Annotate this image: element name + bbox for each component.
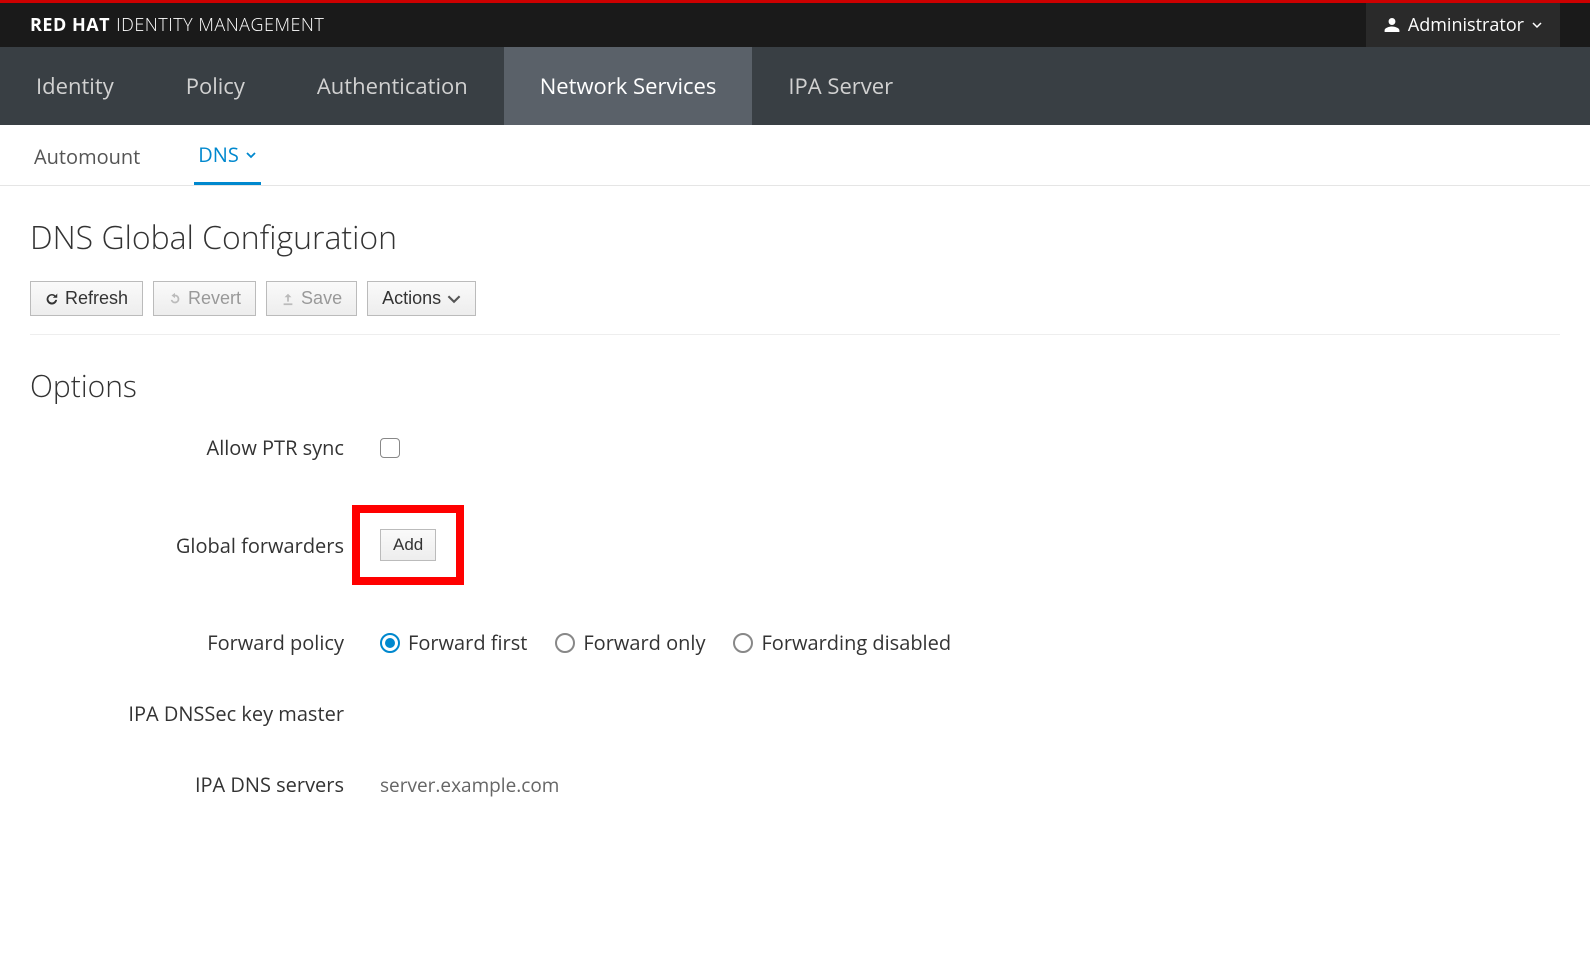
brand-red-text: RED HAT [30, 13, 110, 37]
button-label: Refresh [65, 288, 128, 309]
upload-icon [281, 292, 295, 306]
radio-forwarding-disabled[interactable]: Forwarding disabled [733, 629, 951, 656]
label-allow-ptr-sync: Allow PTR sync [30, 434, 380, 461]
refresh-icon [45, 292, 59, 306]
user-name: Administrator [1408, 13, 1524, 37]
value-ipa-dns-servers: server.example.com [380, 772, 559, 798]
nav-policy[interactable]: Policy [150, 47, 281, 125]
row-forward-policy: Forward policy Forward first Forward onl… [30, 629, 1560, 656]
chevron-down-icon [1532, 20, 1542, 30]
user-icon [1384, 17, 1400, 33]
subnav-label: Automount [34, 143, 140, 170]
add-forwarder-button[interactable]: Add [380, 529, 436, 561]
toolbar: Refresh Revert Save Actions [30, 281, 1560, 335]
nav-authentication[interactable]: Authentication [281, 47, 504, 125]
radio-icon [555, 633, 575, 653]
radio-label: Forwarding disabled [761, 629, 951, 656]
radio-label: Forward first [408, 629, 527, 656]
sub-nav: Automount DNS [0, 125, 1590, 186]
nav-ipa-server[interactable]: IPA Server [752, 47, 929, 125]
label-forward-policy: Forward policy [30, 629, 380, 656]
nav-identity[interactable]: Identity [0, 47, 150, 125]
chevron-down-icon [447, 292, 461, 306]
actions-button[interactable]: Actions [367, 281, 476, 316]
subnav-dns[interactable]: DNS [194, 125, 261, 185]
revert-icon [168, 292, 182, 306]
refresh-button[interactable]: Refresh [30, 281, 143, 316]
subnav-label: DNS [198, 141, 239, 168]
save-button[interactable]: Save [266, 281, 357, 316]
content-area: DNS Global Configuration Refresh Revert … [0, 186, 1590, 872]
nav-network-services[interactable]: Network Services [504, 47, 753, 125]
row-dnssec-key-master: IPA DNSSec key master [30, 700, 1560, 727]
main-nav: Identity Policy Authentication Network S… [0, 47, 1590, 125]
radio-forward-only[interactable]: Forward only [555, 629, 705, 656]
header-bar: RED HAT IDENTITY MANAGEMENT Administrato… [0, 3, 1590, 47]
row-ipa-dns-servers: IPA DNS servers server.example.com [30, 771, 1560, 798]
radio-icon [733, 633, 753, 653]
label-global-forwarders: Global forwarders [30, 532, 380, 559]
options-section-title: Options [30, 365, 1560, 406]
button-label: Actions [382, 288, 441, 309]
subnav-automount[interactable]: Automount [30, 125, 144, 185]
button-label: Save [301, 288, 342, 309]
highlight-add-forwarder: Add [352, 505, 464, 585]
row-allow-ptr-sync: Allow PTR sync [30, 434, 1560, 461]
radio-label: Forward only [583, 629, 705, 656]
checkbox-allow-ptr-sync[interactable] [380, 438, 400, 458]
brand-rest-text: IDENTITY MANAGEMENT [116, 13, 324, 37]
brand-logo[interactable]: RED HAT IDENTITY MANAGEMENT [30, 13, 324, 37]
page-title: DNS Global Configuration [30, 216, 1560, 259]
radio-icon [380, 633, 400, 653]
revert-button[interactable]: Revert [153, 281, 256, 316]
user-menu[interactable]: Administrator [1366, 3, 1560, 47]
button-label: Revert [188, 288, 241, 309]
row-global-forwarders: Global forwarders Add [30, 505, 1560, 585]
radio-forward-first[interactable]: Forward first [380, 629, 527, 656]
chevron-down-icon [245, 149, 257, 161]
label-ipa-dns-servers: IPA DNS servers [30, 771, 380, 798]
label-dnssec-key-master: IPA DNSSec key master [30, 700, 380, 727]
